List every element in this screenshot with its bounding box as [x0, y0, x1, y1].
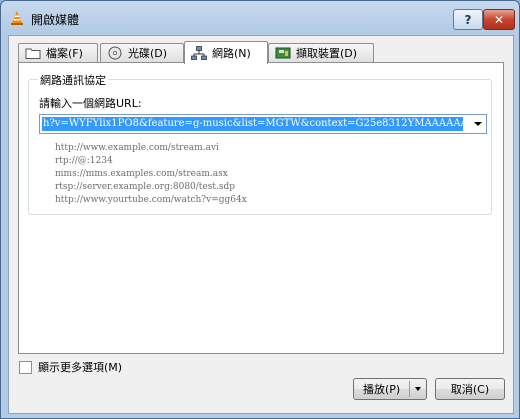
url-label: 請輸入一個網路URL:: [39, 97, 142, 110]
cancel-button[interactable]: 取消(C): [435, 378, 505, 400]
window-title: 開啟媒體: [31, 13, 80, 27]
show-more-options-label[interactable]: 顯示更多選項(M): [38, 359, 122, 375]
url-input[interactable]: h?v=WYFYlix1PO8&feature=g-music&list=MGT…: [42, 117, 463, 131]
dropdown-arrow-icon[interactable]: [474, 122, 482, 126]
tab-file-label: 檔案(F): [46, 47, 83, 60]
help-button[interactable]: ?: [453, 9, 483, 30]
dialog-body: 檔案(F) 光碟(D) 網路(N) 擷取裝置(D) 網路通訊協定 請輸入一個網路…: [8, 35, 514, 414]
tab-capture-device-label: 擷取裝置(D): [296, 47, 358, 60]
tab-file[interactable]: 檔案(F): [18, 43, 98, 62]
example-url: http://www.example.com/stream.avi: [55, 143, 219, 153]
network-panel: 網路通訊協定 請輸入一個網路URL: h?v=WYFYlix1PO8&featu…: [18, 62, 504, 354]
example-url: mms://mms.examples.com/stream.asx: [55, 169, 228, 179]
play-button-label[interactable]: 播放(P): [354, 381, 409, 397]
url-combobox[interactable]: h?v=WYFYlix1PO8&feature=g-music&list=MGT…: [39, 114, 487, 134]
tab-disc-label: 光碟(D): [128, 47, 168, 60]
network-protocol-group: 網路通訊協定 請輸入一個網路URL: h?v=WYFYlix1PO8&featu…: [28, 72, 492, 215]
folder-icon: [25, 48, 41, 59]
cancel-button-label: 取消(C): [450, 383, 490, 396]
title-bar[interactable]: 開啟媒體 ? ✕: [1, 1, 519, 35]
open-media-dialog: 開啟媒體 ? ✕ 檔案(F) 光碟(D) 網路(N) 擷取裝置(D) 網路通訊協…: [0, 0, 520, 419]
vlc-cone-icon: [11, 11, 23, 25]
example-url: rtp://@:1234: [55, 156, 113, 166]
play-options-dropdown[interactable]: [410, 387, 426, 391]
tab-network-label: 網路(N): [212, 47, 251, 60]
close-icon: ✕: [493, 12, 505, 27]
network-icon: [191, 46, 207, 60]
show-more-options-row[interactable]: 顯示更多選項(M): [19, 359, 122, 375]
example-url: http://www.yourtube.com/watch?v=gg64x: [55, 195, 247, 205]
tab-capture-device[interactable]: 擷取裝置(D): [268, 43, 374, 62]
tab-disc[interactable]: 光碟(D): [100, 43, 184, 62]
tab-network[interactable]: 網路(N): [184, 41, 268, 64]
capture-device-icon: [275, 47, 291, 59]
close-button[interactable]: ✕: [483, 9, 515, 30]
example-url: rtsp://server.example.org:8080/test.sdp: [55, 182, 235, 192]
show-more-options-checkbox[interactable]: [19, 360, 32, 374]
group-title: 網路通訊協定: [38, 72, 108, 88]
help-icon: ?: [464, 12, 472, 27]
chevron-down-icon: [415, 387, 422, 391]
play-button[interactable]: 播放(P): [353, 378, 427, 400]
url-examples: http://www.example.com/stream.avi rtp://…: [55, 142, 247, 207]
disc-icon: [108, 46, 122, 60]
